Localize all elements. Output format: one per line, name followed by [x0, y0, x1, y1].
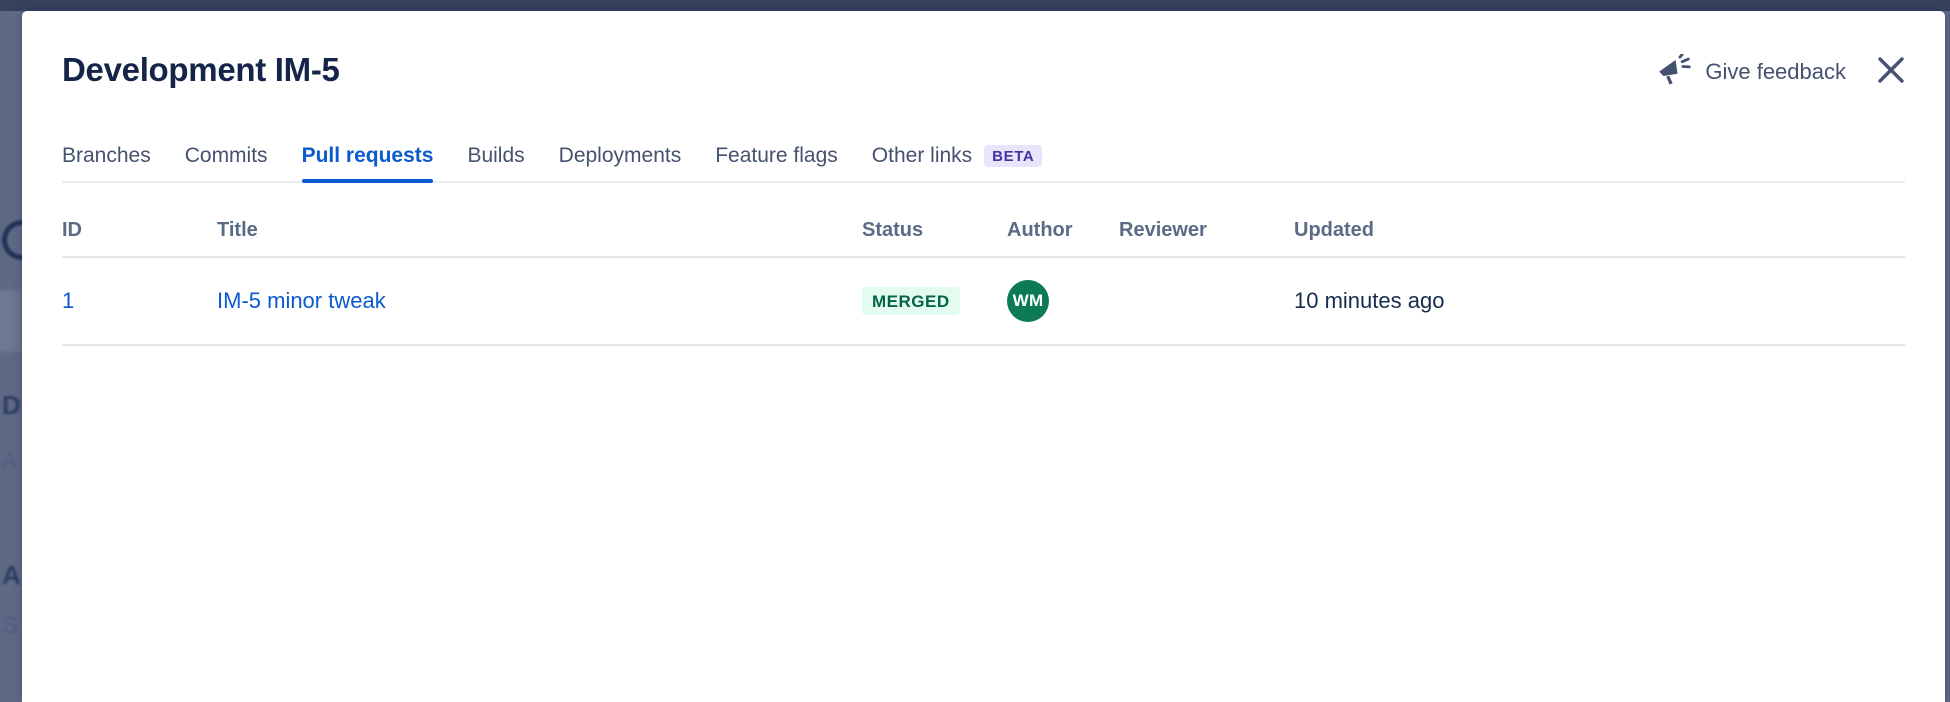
column-header-id: ID: [62, 219, 217, 257]
give-feedback-button[interactable]: Give feedback: [1657, 54, 1846, 91]
pr-id-link[interactable]: 1: [62, 288, 74, 313]
tab-other-links[interactable]: Other links BETA: [872, 144, 1043, 181]
cell-updated: 10 minutes ago: [1294, 257, 1905, 345]
backdrop-top-strip: [0, 0, 1950, 11]
column-header-updated: Updated: [1294, 219, 1905, 257]
pull-requests-table: ID Title Status Author Reviewer Updated …: [62, 219, 1905, 346]
tab-label: Builds: [467, 144, 524, 168]
tab-commits[interactable]: Commits: [185, 144, 268, 181]
beta-badge: BETA: [984, 145, 1042, 167]
table-body: 1 IM-5 minor tweak MERGED WM 10 minutes …: [62, 257, 1905, 345]
pr-title-link[interactable]: IM-5 minor tweak: [217, 288, 386, 313]
backdrop-ghost-text-1: D: [2, 390, 21, 421]
pull-requests-table-container: ID Title Status Author Reviewer Updated …: [62, 219, 1905, 346]
development-modal: Development IM-5 Give feedback: [22, 11, 1945, 702]
cell-reviewer: [1119, 257, 1294, 345]
tab-label: Pull requests: [302, 144, 434, 168]
status-badge: MERGED: [862, 287, 960, 315]
modal-header: Development IM-5 Give feedback: [22, 11, 1945, 129]
column-header-status: Status: [862, 219, 1007, 257]
cell-title: IM-5 minor tweak: [217, 257, 862, 345]
header-actions: Give feedback: [1657, 53, 1920, 91]
table-row[interactable]: 1 IM-5 minor tweak MERGED WM 10 minutes …: [62, 257, 1905, 345]
cell-author: WM: [1007, 257, 1119, 345]
table-header: ID Title Status Author Reviewer Updated: [62, 219, 1905, 257]
tab-list: Branches Commits Pull requests Builds De…: [62, 129, 1905, 183]
tab-label: Commits: [185, 144, 268, 168]
give-feedback-label: Give feedback: [1705, 59, 1846, 85]
backdrop-ghost-text-2: A: [2, 448, 17, 474]
tab-deployments[interactable]: Deployments: [559, 144, 682, 181]
table-header-row: ID Title Status Author Reviewer Updated: [62, 219, 1905, 257]
cell-id: 1: [62, 257, 217, 345]
tab-label: Deployments: [559, 144, 682, 168]
backdrop-ghost-text-4: S: [2, 612, 18, 640]
backdrop-ghost-block: [0, 290, 22, 352]
tab-label: Branches: [62, 144, 151, 168]
tabs-container: Branches Commits Pull requests Builds De…: [62, 129, 1905, 183]
cell-status: MERGED: [862, 257, 1007, 345]
tab-feature-flags[interactable]: Feature flags: [715, 144, 838, 181]
avatar[interactable]: WM: [1007, 280, 1049, 322]
megaphone-icon: [1657, 54, 1691, 91]
tab-builds[interactable]: Builds: [467, 144, 524, 181]
tab-label: Feature flags: [715, 144, 838, 168]
column-header-title: Title: [217, 219, 862, 257]
column-header-author: Author: [1007, 219, 1119, 257]
tab-pull-requests[interactable]: Pull requests: [302, 144, 434, 181]
close-button[interactable]: [1872, 53, 1910, 91]
tab-label: Other links: [872, 144, 972, 168]
column-header-reviewer: Reviewer: [1119, 219, 1294, 257]
page-title: Development IM-5: [62, 51, 340, 89]
backdrop-ghost-text-3: A: [2, 560, 21, 591]
close-icon: [1876, 55, 1906, 90]
tab-branches[interactable]: Branches: [62, 144, 151, 181]
